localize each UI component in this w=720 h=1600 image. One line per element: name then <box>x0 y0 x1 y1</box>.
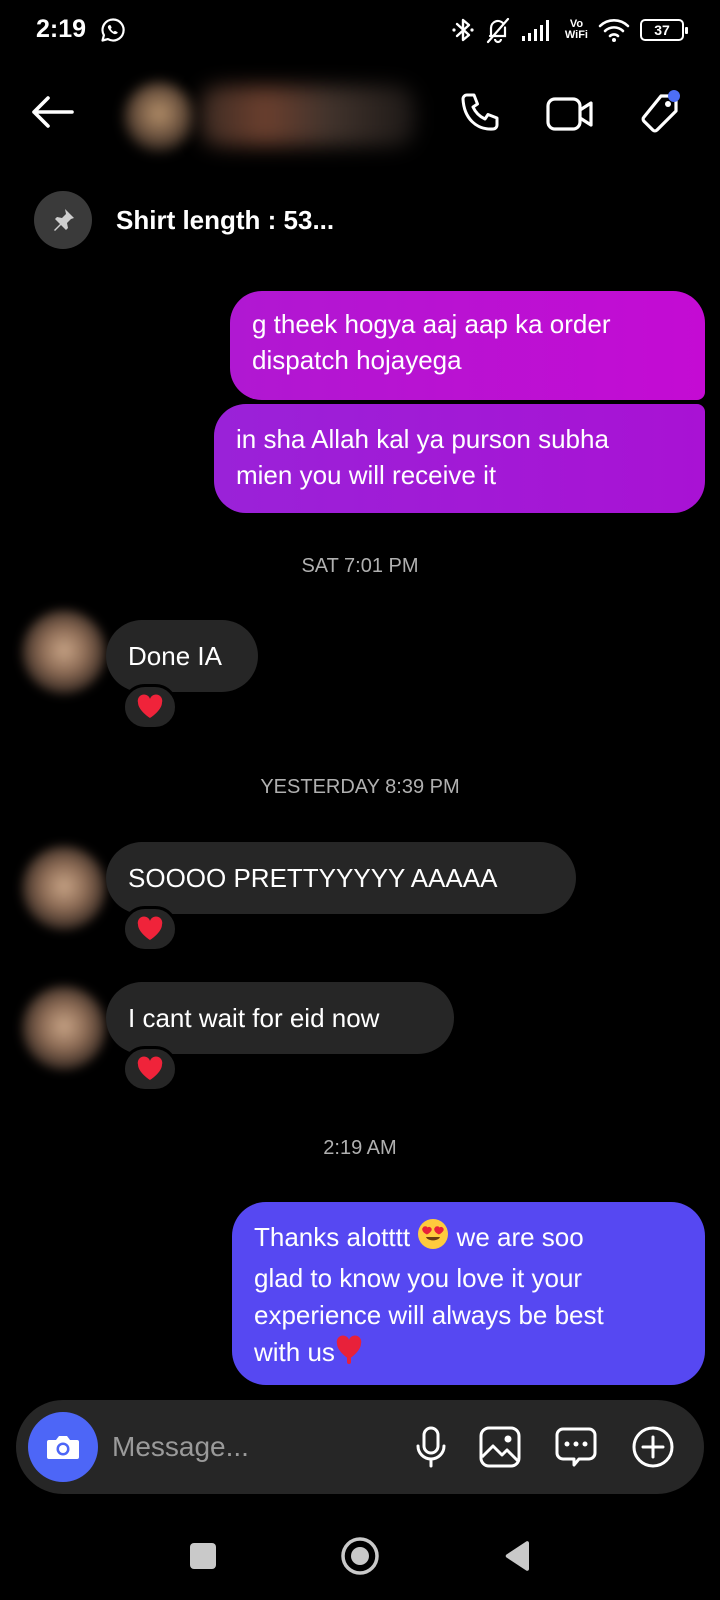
message-input[interactable] <box>112 1422 382 1472</box>
voice-message-button[interactable] <box>406 1422 456 1472</box>
heart-reaction[interactable] <box>122 906 178 952</box>
sticker-button[interactable] <box>551 1422 601 1472</box>
contact-avatar[interactable] <box>124 82 194 152</box>
mic-icon <box>416 1426 446 1468</box>
status-bar: 2:19 Vo WiFi 37 <box>0 0 720 64</box>
message-line: Thanks alotttt we are soo <box>254 1218 685 1260</box>
pin-icon <box>34 191 92 249</box>
message-line: mien you will receive it <box>236 460 497 490</box>
message-bubble-incoming[interactable]: Done IA <box>106 620 258 692</box>
chat-header <box>0 64 720 160</box>
recents-button[interactable] <box>175 1528 231 1584</box>
heart-icon <box>137 916 163 940</box>
phone-icon <box>461 93 499 131</box>
message-bubble-outgoing[interactable]: g theek hogya aaj aap ka order dispatch … <box>230 291 705 400</box>
message-line: with us <box>254 1334 685 1375</box>
heart-icon <box>137 694 163 718</box>
vowifi-bottom: WiFi <box>564 29 588 41</box>
red-heart-emoji-icon <box>335 1335 363 1375</box>
heart-icon <box>137 1056 163 1080</box>
message-text: with us <box>254 1337 335 1367</box>
message-text: I cant wait for eid now <box>128 1003 380 1033</box>
gallery-icon <box>479 1426 521 1468</box>
circle-icon <box>341 1537 379 1575</box>
pinned-text: Shirt length : 53... <box>116 204 335 235</box>
bell-off-icon <box>485 16 511 44</box>
triangle-back-icon <box>505 1541 529 1571</box>
message-text: we are soo <box>456 1222 584 1252</box>
battery-level: 37 <box>654 22 670 38</box>
sticker-icon <box>555 1427 597 1467</box>
back-arrow-icon <box>32 96 74 128</box>
battery-icon: 37 <box>640 19 688 41</box>
sender-avatar[interactable] <box>22 610 106 694</box>
timestamp: SAT 7:01 PM <box>301 555 419 577</box>
gallery-button[interactable] <box>475 1422 525 1472</box>
sender-avatar[interactable] <box>22 986 106 1070</box>
message-text: Done IA <box>128 641 222 671</box>
contact-name-blurred[interactable] <box>200 86 415 146</box>
sender-avatar[interactable] <box>22 846 106 930</box>
status-time: 2:19 <box>36 15 87 43</box>
heart-reaction[interactable] <box>122 1046 178 1092</box>
video-call-button[interactable] <box>542 86 598 142</box>
more-options-button[interactable] <box>628 1422 678 1472</box>
pinned-message[interactable]: Shirt length : 53... <box>34 190 334 250</box>
back-button[interactable] <box>24 84 80 140</box>
video-icon <box>546 97 593 131</box>
message-bubble-incoming[interactable]: I cant wait for eid now <box>106 982 454 1054</box>
system-navigation-bar <box>0 1500 720 1600</box>
wifi-icon <box>598 17 630 43</box>
notification-dot <box>668 90 680 102</box>
heart-reaction[interactable] <box>122 684 178 730</box>
timestamp: YESTERDAY 8:39 PM <box>260 776 460 798</box>
plus-icon <box>632 1426 674 1468</box>
signal-icon <box>521 18 555 42</box>
camera-button[interactable] <box>28 1412 98 1482</box>
heart-eyes-emoji-icon <box>417 1218 449 1260</box>
camera-icon <box>47 1436 79 1459</box>
audio-call-button[interactable] <box>452 86 508 142</box>
home-button[interactable] <box>332 1528 388 1584</box>
message-line: dispatch hojayega <box>252 345 462 375</box>
status-icons: Vo WiFi 37 <box>451 14 688 46</box>
message-text: Thanks alotttt <box>254 1222 411 1252</box>
bluetooth-icon <box>451 16 475 44</box>
square-icon <box>190 1543 216 1569</box>
message-bubble-incoming[interactable]: SOOOO PRETTYYYYY AAAAA <box>106 842 576 914</box>
system-back-button[interactable] <box>490 1528 546 1584</box>
message-bubble-outgoing[interactable]: Thanks alotttt we are soo glad to know y… <box>232 1202 705 1385</box>
message-line: in sha Allah kal ya purson subha <box>236 424 609 454</box>
whatsapp-icon <box>100 17 126 43</box>
tag-button[interactable] <box>632 86 688 142</box>
timestamp: 2:19 AM <box>323 1137 397 1159</box>
message-bubble-outgoing[interactable]: in sha Allah kal ya purson subha mien yo… <box>214 404 705 513</box>
message-composer <box>16 1400 704 1494</box>
message-text: SOOOO PRETTYYYYY AAAAA <box>128 863 498 893</box>
vowifi-indicator: Vo WiFi <box>565 19 588 41</box>
message-line: glad to know you love it your <box>254 1263 583 1293</box>
message-line: experience will always be best <box>254 1300 604 1330</box>
message-line: g theek hogya aaj aap ka order <box>252 309 611 339</box>
